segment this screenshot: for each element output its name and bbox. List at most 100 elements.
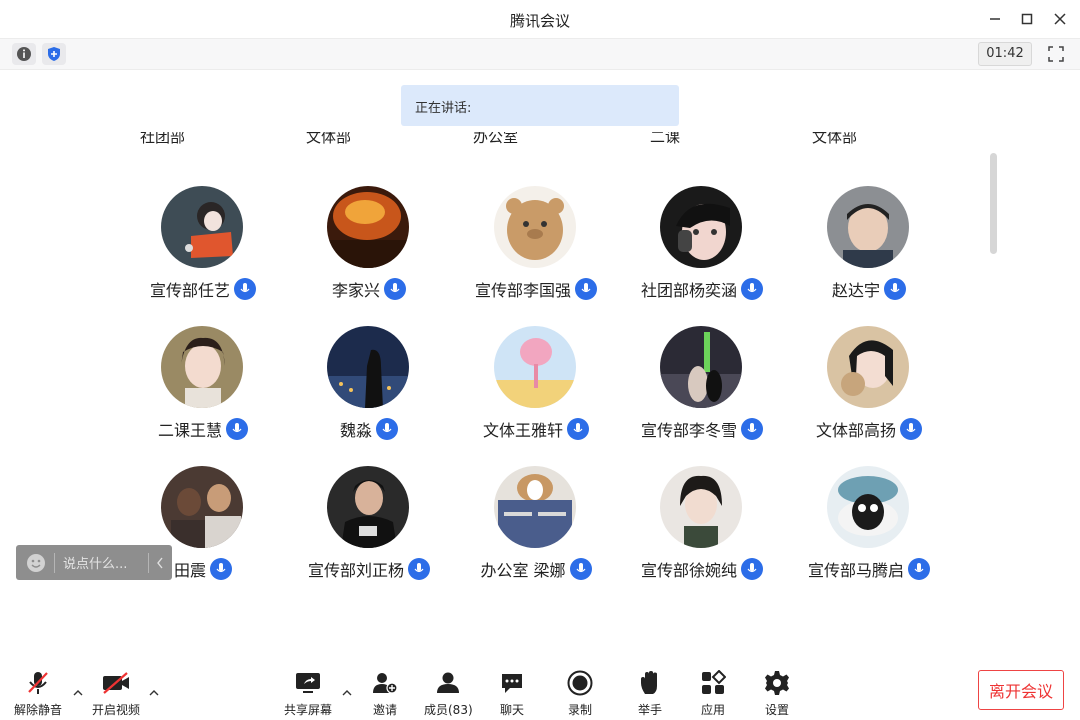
chat-placeholder[interactable]: 说点什么... bbox=[63, 553, 127, 572]
shield-icon bbox=[48, 47, 60, 61]
close-icon bbox=[1054, 13, 1066, 25]
participant-tile[interactable]: 文体部高扬 bbox=[786, 326, 952, 456]
mic-icon bbox=[408, 558, 430, 580]
participant-name: 李家兴 bbox=[331, 281, 380, 300]
close-button[interactable] bbox=[1048, 8, 1072, 30]
participant-tile[interactable]: 办公室 梁娜 bbox=[453, 466, 619, 596]
participant-name: 魏淼 bbox=[339, 421, 372, 440]
partial-participant-row: 社团部 文体部 办公室 二课 文体部 bbox=[0, 132, 1080, 156]
maximize-button[interactable] bbox=[1015, 8, 1039, 30]
avatar bbox=[660, 466, 742, 548]
meeting-info-bar: 01:42 bbox=[0, 38, 1080, 70]
chevron-up-icon bbox=[149, 689, 159, 695]
participant-tile[interactable]: 文体王雅轩 bbox=[453, 326, 619, 456]
participant-name: 田震 bbox=[173, 561, 206, 580]
participant-tile[interactable]: 宣传部李国强 bbox=[453, 186, 619, 316]
avatar bbox=[161, 186, 243, 268]
minimize-icon bbox=[990, 18, 1000, 20]
unmute-button[interactable]: 解除静音 bbox=[14, 670, 62, 718]
participant-name: 宣传部刘正杨 bbox=[307, 561, 404, 580]
avatar bbox=[327, 466, 409, 548]
members-button[interactable]: 成员(83) bbox=[424, 670, 473, 718]
avatar bbox=[827, 186, 909, 268]
participant-tile[interactable]: 赵达宇 bbox=[786, 186, 952, 316]
chat-label: 聊天 bbox=[499, 703, 524, 717]
participant-name: 宣传部徐婉纯 bbox=[640, 561, 737, 580]
participant-tile[interactable]: 宣传部任艺 bbox=[120, 186, 286, 316]
bottom-toolbar: 解除静音 开启视频 共享屏幕 邀请 成员(83) 聊天 录制 举手 应用 设置 bbox=[0, 664, 1080, 720]
invite-button[interactable]: 邀请 bbox=[369, 670, 401, 718]
mic-icon bbox=[376, 418, 398, 440]
meeting-timer: 01:42 bbox=[978, 42, 1032, 66]
mic-icon bbox=[234, 278, 256, 300]
participant-tile[interactable]: 宣传部刘正杨 bbox=[286, 466, 452, 596]
participant-tile[interactable]: 宣传部徐婉纯 bbox=[619, 466, 785, 596]
record-button[interactable]: 录制 bbox=[564, 670, 596, 718]
participant-name: 赵达宇 bbox=[831, 281, 880, 300]
collapse-button[interactable] bbox=[148, 553, 164, 573]
chevron-up-icon bbox=[73, 689, 83, 695]
title-bar: 腾讯会议 bbox=[0, 0, 1080, 38]
minimize-button[interactable] bbox=[983, 8, 1007, 30]
leave-meeting-button[interactable]: 离开会议 bbox=[978, 670, 1064, 710]
apps-label: 应用 bbox=[700, 703, 725, 717]
mic-icon bbox=[900, 418, 922, 440]
share-screen-button[interactable]: 共享屏幕 bbox=[284, 670, 332, 718]
speaking-indicator: 正在讲话: bbox=[401, 85, 679, 126]
invite-label: 邀请 bbox=[372, 703, 397, 717]
chat-button[interactable]: 聊天 bbox=[496, 670, 528, 718]
add-user-icon bbox=[369, 670, 401, 696]
chat-icon bbox=[496, 670, 528, 696]
partial-name: 办公室 bbox=[473, 132, 519, 146]
participant-name: 宣传部李冬雪 bbox=[640, 421, 737, 440]
participant-name: 办公室 梁娜 bbox=[480, 561, 566, 580]
participant-tile[interactable]: 二课王慧 bbox=[120, 326, 286, 456]
window-title: 腾讯会议 bbox=[509, 12, 570, 30]
participant-tile[interactable]: 宣传部马腾启 bbox=[786, 466, 952, 596]
mic-icon bbox=[908, 558, 930, 580]
mic-icon bbox=[575, 278, 597, 300]
hand-icon bbox=[634, 670, 666, 696]
participant-tile[interactable]: 魏淼 bbox=[286, 326, 452, 456]
settings-button[interactable]: 设置 bbox=[761, 670, 793, 718]
avatar bbox=[660, 186, 742, 268]
mic-icon bbox=[884, 278, 906, 300]
mic-icon bbox=[741, 558, 763, 580]
participant-name: 宣传部任艺 bbox=[149, 281, 230, 300]
partial-name: 文体部 bbox=[306, 132, 352, 146]
video-options-button[interactable] bbox=[147, 686, 161, 698]
avatar bbox=[494, 466, 576, 548]
avatar bbox=[660, 326, 742, 408]
avatar bbox=[494, 326, 576, 408]
mic-icon bbox=[741, 418, 763, 440]
participant-gallery: 社团部 文体部 办公室 二课 文体部 宣传部任艺 李家兴 宣传部李国强 社团部杨… bbox=[0, 132, 1080, 602]
share-screen-icon bbox=[292, 670, 324, 696]
fullscreen-button[interactable] bbox=[1044, 43, 1068, 65]
chat-quick-input[interactable]: 说点什么... bbox=[16, 545, 172, 580]
security-button[interactable] bbox=[42, 43, 66, 65]
avatar bbox=[161, 466, 243, 548]
participant-tile[interactable]: 李家兴 bbox=[286, 186, 452, 316]
avatar bbox=[327, 326, 409, 408]
meeting-info-button[interactable] bbox=[12, 43, 36, 65]
gallery-scrollbar[interactable] bbox=[990, 153, 997, 254]
gear-icon bbox=[761, 670, 793, 696]
members-label: 成员(83) bbox=[424, 703, 473, 717]
participant-tile[interactable]: 宣传部李冬雪 bbox=[619, 326, 785, 456]
mic-icon bbox=[384, 278, 406, 300]
participant-name: 宣传部马腾启 bbox=[807, 561, 904, 580]
start-video-button[interactable]: 开启视频 bbox=[92, 670, 140, 718]
fullscreen-icon bbox=[1048, 46, 1064, 62]
audio-options-button[interactable] bbox=[71, 686, 85, 698]
participant-name: 二课王慧 bbox=[157, 421, 222, 440]
speaking-label: 正在讲话: bbox=[415, 101, 472, 116]
apps-icon bbox=[697, 670, 729, 696]
avatar bbox=[161, 326, 243, 408]
participant-tile[interactable]: 社团部杨奕涵 bbox=[619, 186, 785, 316]
share-options-button[interactable] bbox=[340, 686, 354, 698]
apps-button[interactable]: 应用 bbox=[697, 670, 729, 718]
raise-hand-button[interactable]: 举手 bbox=[634, 670, 666, 718]
members-icon bbox=[432, 670, 464, 696]
emoji-icon[interactable] bbox=[26, 553, 46, 573]
raise-hand-label: 举手 bbox=[637, 703, 662, 717]
